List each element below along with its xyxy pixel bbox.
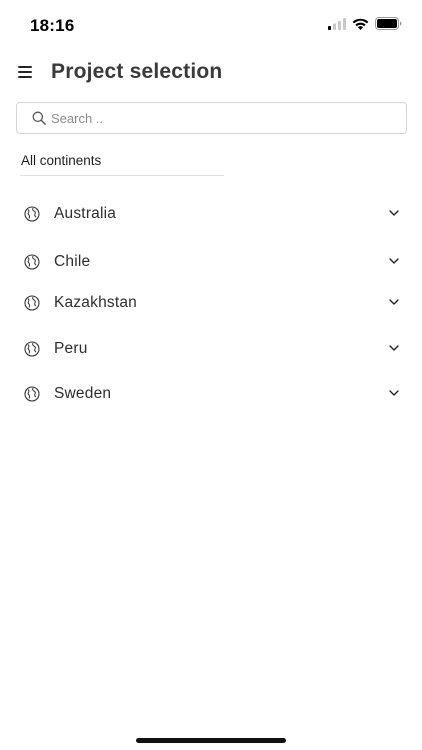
search-input[interactable] xyxy=(51,106,396,130)
globe-icon xyxy=(24,341,40,357)
search-icon xyxy=(32,111,46,125)
home-indicator[interactable] xyxy=(136,738,286,743)
hamburger-menu-icon[interactable] xyxy=(18,66,34,80)
app-header: Project selection xyxy=(0,56,422,92)
chevron-down-icon[interactable] xyxy=(388,343,400,353)
wifi-icon xyxy=(352,18,369,30)
search-box[interactable] xyxy=(16,102,407,134)
chevron-down-icon[interactable] xyxy=(388,256,400,266)
chevron-down-icon[interactable] xyxy=(388,388,400,398)
globe-icon xyxy=(24,206,40,222)
chevron-down-icon[interactable] xyxy=(388,297,400,307)
country-label: Australia xyxy=(54,205,117,222)
globe-icon xyxy=(24,295,40,311)
continent-filter-label: All continents xyxy=(21,153,102,168)
country-label: Sweden xyxy=(54,385,112,402)
continent-filter-tab[interactable]: All continents xyxy=(20,152,224,176)
globe-icon xyxy=(24,254,40,270)
page-title: Project selection xyxy=(51,60,223,83)
country-item-australia[interactable]: Australia xyxy=(16,199,408,229)
chevron-down-icon[interactable] xyxy=(388,208,400,218)
country-item-peru[interactable]: Peru xyxy=(16,334,408,364)
country-item-chile[interactable]: Chile xyxy=(16,247,408,277)
country-label: Chile xyxy=(54,253,91,270)
status-bar: 18:16 xyxy=(0,0,422,50)
globe-icon xyxy=(24,386,40,402)
country-item-sweden[interactable]: Sweden xyxy=(16,379,408,409)
country-label: Kazakhstan xyxy=(54,294,137,311)
battery-icon xyxy=(375,17,402,30)
status-time: 18:16 xyxy=(30,16,75,35)
country-item-kazakhstan[interactable]: Kazakhstan xyxy=(16,288,408,318)
status-icons xyxy=(328,17,402,30)
country-label: Peru xyxy=(54,340,88,357)
cellular-signal-icon xyxy=(328,17,346,30)
